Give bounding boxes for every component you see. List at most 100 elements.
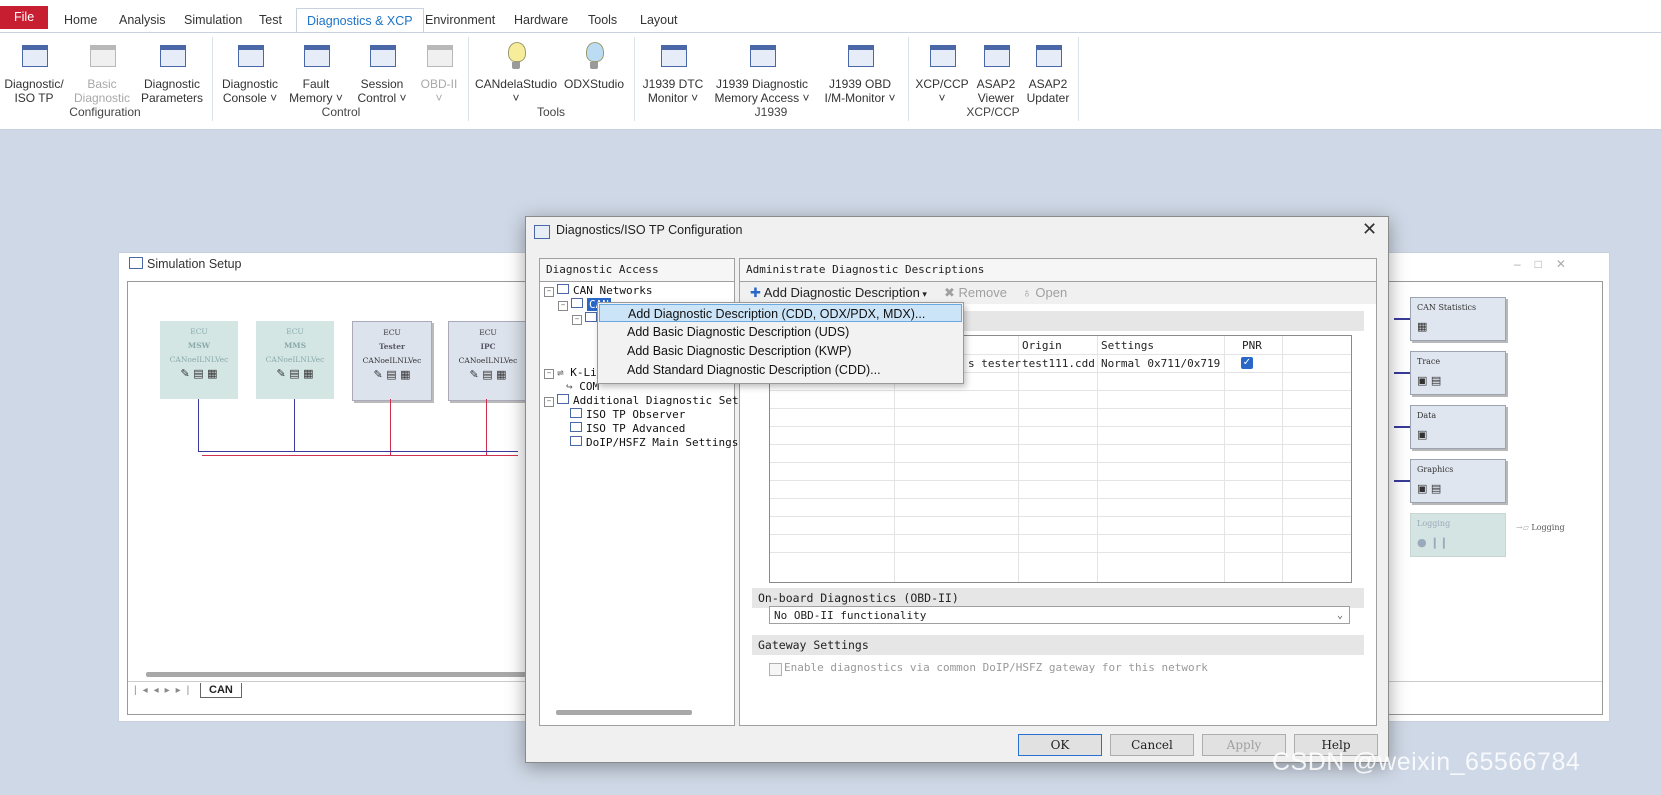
ok-button[interactable]: OK xyxy=(1018,734,1102,756)
tree-k-line[interactable]: − ⇌ K-Li xyxy=(544,366,597,379)
session-control-button[interactable]: Session Control ˅ xyxy=(352,37,412,105)
tab-analysis[interactable]: Analysis xyxy=(109,8,176,32)
column-settings: Settings xyxy=(1101,339,1154,352)
tab-environment[interactable]: Environment xyxy=(415,8,505,32)
grid-line xyxy=(1097,336,1098,582)
a2l-viewer-icon xyxy=(981,41,1011,71)
ecu-node-ipc[interactable]: ECU IPC CANoeILNLVec ✎ ▤ ▦ xyxy=(448,321,528,401)
cancel-button[interactable]: Cancel xyxy=(1110,734,1194,756)
ecu-node-tester[interactable]: ECU Tester CANoeILNLVec ✎ ▤ ▦ xyxy=(352,321,432,401)
node-tool-icons[interactable]: ✎ ▤ ▦ xyxy=(256,367,334,381)
menu-item-add-basic-uds[interactable]: Add Basic Diagnostic Description (UDS) xyxy=(599,323,962,341)
tree-doip-hsfz[interactable]: DoIP/HSFZ Main Settings xyxy=(570,436,738,449)
menu-item-add-cdd-odx[interactable]: Add Diagnostic Description (CDD, ODX/PDX… xyxy=(599,304,962,322)
ecu-node-msw[interactable]: ECU MSW CANoeILNLVec ✎ ▤ ▦ xyxy=(160,321,238,399)
sheet-nav-arrows[interactable]: |◂◂▸▸| xyxy=(134,685,195,696)
collapse-icon[interactable]: − xyxy=(544,287,554,297)
remove-button[interactable]: ✖ Remove xyxy=(944,285,1007,301)
menu-item-add-basic-kwp[interactable]: Add Basic Diagnostic Description (KWP) xyxy=(599,342,962,360)
diagnostic-parameters-button[interactable]: Diagnostic Parameters xyxy=(140,37,204,105)
diagnostic-console-button[interactable]: Diagnostic Console ˅ xyxy=(220,37,280,105)
j1939-diagnostic-memory-access-button[interactable]: J1939 Diagnostic Memory Access ˅ xyxy=(712,37,812,105)
gateway-checkbox[interactable] xyxy=(769,663,782,676)
basic-diagnostic-button[interactable]: Basic Diagnostic xyxy=(72,37,132,105)
fault-memory-button[interactable]: Fault Memory ˅ xyxy=(286,37,346,105)
tree-iso-tp-observer[interactable]: ISO TP Observer xyxy=(570,408,685,421)
tree-can-networks[interactable]: − CAN Networks xyxy=(544,284,652,297)
close-icon[interactable]: ✕ xyxy=(1362,219,1377,240)
network-icon xyxy=(571,298,583,308)
block-connector xyxy=(1394,372,1410,374)
descriptions-toolbar: ✚ Add Diagnostic Description ▾ ✖ Remove … xyxy=(740,282,1376,304)
diagnostic-console-icon xyxy=(235,41,265,71)
j1939-dtc-monitor-button[interactable]: J1939 DTC Monitor ˅ xyxy=(640,37,706,105)
odxstudio-button[interactable]: ODXStudio xyxy=(562,37,626,91)
sheet-tab-can[interactable]: CAN xyxy=(200,683,242,698)
tab-test[interactable]: Test xyxy=(249,8,292,32)
network-icon xyxy=(129,257,143,269)
chevron-down-icon: ⌄ xyxy=(1336,610,1343,621)
obd-section-title: On-board Diagnostics (OBD-II) xyxy=(752,588,1364,608)
collapse-icon[interactable]: − xyxy=(558,301,568,311)
open-button[interactable]: ♁ Open xyxy=(1022,285,1067,300)
bus-drop xyxy=(390,399,391,455)
ecu-node-mms[interactable]: ECU MMS CANoeILNLVec ✎ ▤ ▦ xyxy=(256,321,334,399)
add-description-button[interactable]: ✚ Add Diagnostic Description ▾ xyxy=(750,285,927,301)
tree-horizontal-scrollbar[interactable] xyxy=(556,710,692,715)
block-connector xyxy=(1394,318,1410,320)
block-logging[interactable]: Logging ● ❙❙ xyxy=(1410,513,1506,557)
j1939-obd-icon xyxy=(845,41,875,71)
node-tool-icons[interactable]: ✎ ▤ ▦ xyxy=(449,368,527,382)
tree-additional-settings[interactable]: − Additional Diagnostic Set xyxy=(544,394,739,407)
window-controls[interactable]: –□✕ xyxy=(1514,257,1580,271)
tab-home[interactable]: Home xyxy=(54,8,107,32)
pnr-checkbox[interactable]: ✓ xyxy=(1241,357,1253,369)
j1939-dtc-icon xyxy=(658,41,688,71)
diagnostic-iso-tp-button[interactable]: Diagnostic/ISO TP xyxy=(4,37,64,105)
asap2-viewer-button[interactable]: ASAP2 Viewer xyxy=(974,37,1018,105)
iso-tp-icon xyxy=(570,436,582,446)
xcp-ccp-button[interactable]: XCP/CCP ˅ xyxy=(914,37,970,105)
node-tool-icons[interactable]: ✎ ▤ ▦ xyxy=(353,368,431,382)
tab-tools[interactable]: Tools xyxy=(578,8,627,32)
obd-ii-icon xyxy=(424,41,454,71)
group-configuration: Configuration xyxy=(69,105,141,119)
trace-icon: ▣ ▤ xyxy=(1417,374,1442,387)
block-can-statistics[interactable]: CAN Statistics ▦ xyxy=(1410,297,1506,341)
plus-icon: ✚ xyxy=(750,285,764,300)
simulation-setup-title: Simulation Setup xyxy=(129,257,242,271)
collapse-icon[interactable]: − xyxy=(572,315,582,325)
settings-icon xyxy=(557,394,569,404)
dialog-title: Diagnostics/ISO TP Configuration xyxy=(556,223,743,237)
tab-file[interactable]: File xyxy=(0,6,49,29)
network-icon xyxy=(557,284,569,294)
tree-com[interactable]: ↪ COM xyxy=(566,380,599,393)
tab-layout[interactable]: Layout xyxy=(630,8,688,32)
grid-line xyxy=(770,516,1351,517)
collapse-icon[interactable]: − xyxy=(544,369,554,379)
tab-simulation[interactable]: Simulation xyxy=(174,8,252,32)
j1939-obd-monitor-button[interactable]: J1939 OBD I/M-Monitor ˅ xyxy=(818,37,902,105)
menu-item-add-standard-cdd[interactable]: Add Standard Diagnostic Description (CDD… xyxy=(599,361,962,379)
j1939-memory-icon xyxy=(747,41,777,71)
data-icon: ▣ xyxy=(1417,428,1428,441)
session-control-icon xyxy=(367,41,397,71)
block-trace[interactable]: Trace ▣ ▤ xyxy=(1410,351,1506,395)
collapse-icon[interactable]: − xyxy=(544,397,554,407)
tree-iso-tp-advanced[interactable]: ISO TP Advanced xyxy=(570,422,685,435)
iso-tp-icon xyxy=(570,408,582,418)
obd-select[interactable]: No OBD-II functionality ⌄ xyxy=(769,606,1350,624)
lightbulb-icon xyxy=(579,41,609,71)
block-data[interactable]: Data ▣ xyxy=(1410,405,1506,449)
node-tool-icons[interactable]: ✎ ▤ ▦ xyxy=(160,367,238,381)
block-graphics[interactable]: Graphics ▣ ▤ xyxy=(1410,459,1506,503)
can-bus-line xyxy=(198,451,518,452)
candelastudio-button[interactable]: CANdelaStudio ˅ xyxy=(474,37,558,105)
tab-diagnostics-xcp[interactable]: Diagnostics & XCP xyxy=(296,8,424,33)
grid-line xyxy=(1018,336,1019,582)
obd-ii-button[interactable]: OBD-II ˅ xyxy=(414,37,464,105)
xcp-monitor-icon xyxy=(927,41,957,71)
column-origin: Origin xyxy=(1022,339,1062,352)
asap2-updater-button[interactable]: ASAP2 Updater xyxy=(1022,37,1074,105)
tab-hardware[interactable]: Hardware xyxy=(504,8,578,32)
